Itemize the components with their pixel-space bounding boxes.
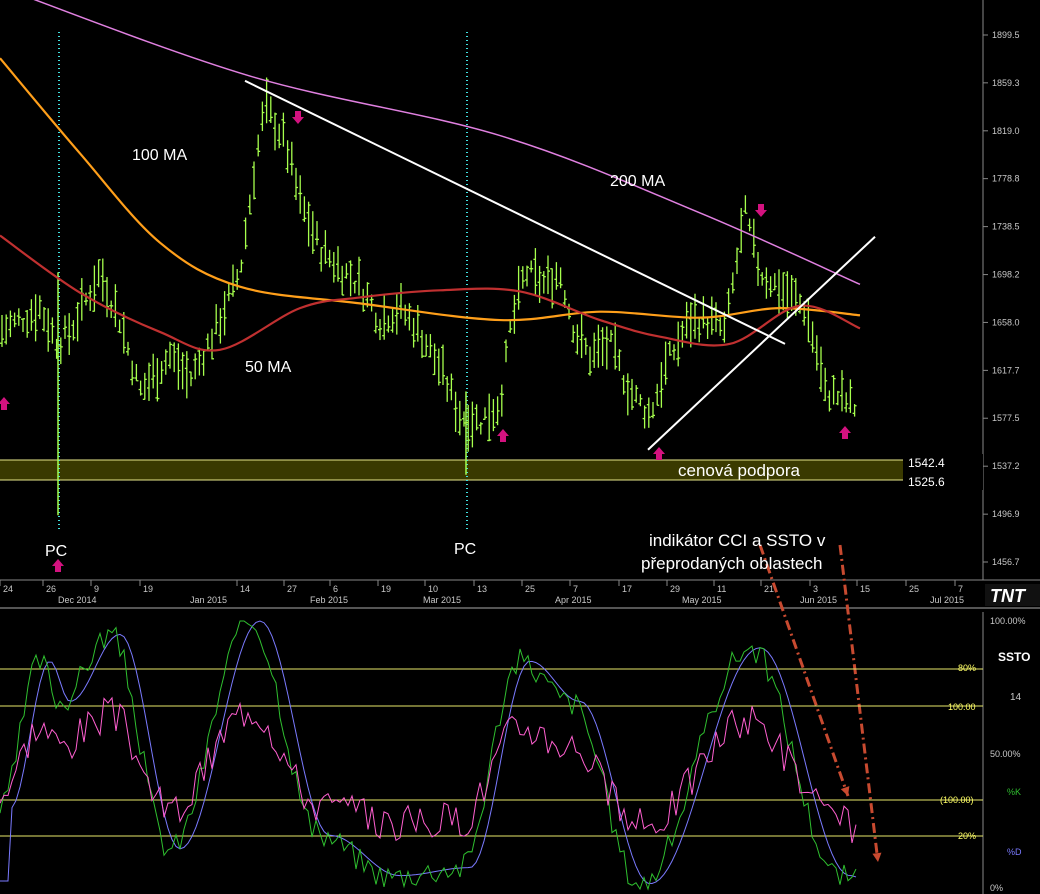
- annotation-line-2: přeprodaných oblastech: [641, 554, 822, 573]
- date-day-label: 7: [573, 584, 578, 594]
- price-tick-label: 1738.5: [992, 222, 1020, 232]
- price-tick-label: 1698.2: [992, 270, 1020, 280]
- date-day-label: 19: [381, 584, 391, 594]
- price-tick-label: 1537.2: [992, 461, 1020, 471]
- legend-k: %K: [1007, 787, 1021, 797]
- annotation-line-1: indikátor CCI a SSTO v: [649, 531, 826, 550]
- date-day-label: 17: [622, 584, 632, 594]
- price-tick-label: 1577.5: [992, 413, 1020, 423]
- date-month-label: Jun 2015: [800, 595, 837, 605]
- date-day-label: 9: [94, 584, 99, 594]
- level-20-label: 20%: [958, 831, 976, 841]
- date-day-label: 21: [764, 584, 774, 594]
- osc-tick-0: 0%: [990, 883, 1003, 893]
- support-lower-value: 1525.6: [908, 475, 945, 489]
- date-day-label: 3: [813, 584, 818, 594]
- price-tick-label: 1778.8: [992, 174, 1020, 184]
- price-tick-label: 1658.0: [992, 317, 1020, 327]
- ma50-label: 50 MA: [245, 359, 292, 376]
- osc-tick-50: 50.00%: [990, 749, 1021, 759]
- pc-label-2: PC: [454, 541, 476, 558]
- level-cci100-label: 100.00: [948, 702, 976, 712]
- price-tick-label: 1859.3: [992, 78, 1020, 88]
- date-day-label: 25: [909, 584, 919, 594]
- date-month-label: Mar 2015: [423, 595, 461, 605]
- date-day-label: 10: [428, 584, 438, 594]
- tnt-logo: TNT: [985, 584, 1040, 606]
- date-day-label: 26: [46, 584, 56, 594]
- chart-background: [0, 0, 1040, 894]
- date-month-label: Jul 2015: [930, 595, 964, 605]
- legend-d: %D: [1007, 847, 1022, 857]
- level-cci-100-label: (100.00): [940, 795, 974, 805]
- date-month-label: Jan 2015: [190, 595, 227, 605]
- date-day-label: 24: [3, 584, 13, 594]
- date-day-label: 14: [240, 584, 250, 594]
- date-month-label: Feb 2015: [310, 595, 348, 605]
- price-tick-label: 1496.9: [992, 509, 1020, 519]
- date-day-label: 15: [860, 584, 870, 594]
- svg-text:TNT: TNT: [990, 586, 1027, 606]
- ssto-period: 14: [1010, 692, 1022, 703]
- pc-label-1: PC: [45, 543, 67, 560]
- date-month-label: Dec 2014: [58, 595, 97, 605]
- price-tick-label: 1456.7: [992, 557, 1020, 567]
- date-day-label: 19: [143, 584, 153, 594]
- date-month-label: Apr 2015: [555, 595, 592, 605]
- date-day-label: 11: [717, 584, 726, 594]
- date-day-label: 27: [287, 584, 297, 594]
- ssto-title: SSTO: [998, 650, 1030, 664]
- date-day-label: 25: [525, 584, 535, 594]
- ma100-label: 100 MA: [132, 147, 187, 164]
- date-day-label: 6: [333, 584, 338, 594]
- osc-tick-100: 100.00%: [990, 616, 1026, 626]
- price-tick-label: 1819.0: [992, 126, 1020, 136]
- price-tick-label: 1899.5: [992, 30, 1020, 40]
- ma200-label: 200 MA: [610, 173, 665, 190]
- date-day-label: 13: [477, 584, 487, 594]
- stock-chart: 1899.5 1859.3 1819.0 1778.8 1738.5 1698.2 1658…: [0, 0, 1040, 894]
- support-upper-value: 1542.4: [908, 456, 945, 470]
- support-label: cenová podpora: [678, 461, 800, 480]
- date-month-label: May 2015: [682, 595, 722, 605]
- date-day-label: 7: [958, 584, 963, 594]
- price-tick-label: 1617.7: [992, 365, 1020, 375]
- date-day-label: 29: [670, 584, 680, 594]
- level-80-label: 80%: [958, 663, 976, 673]
